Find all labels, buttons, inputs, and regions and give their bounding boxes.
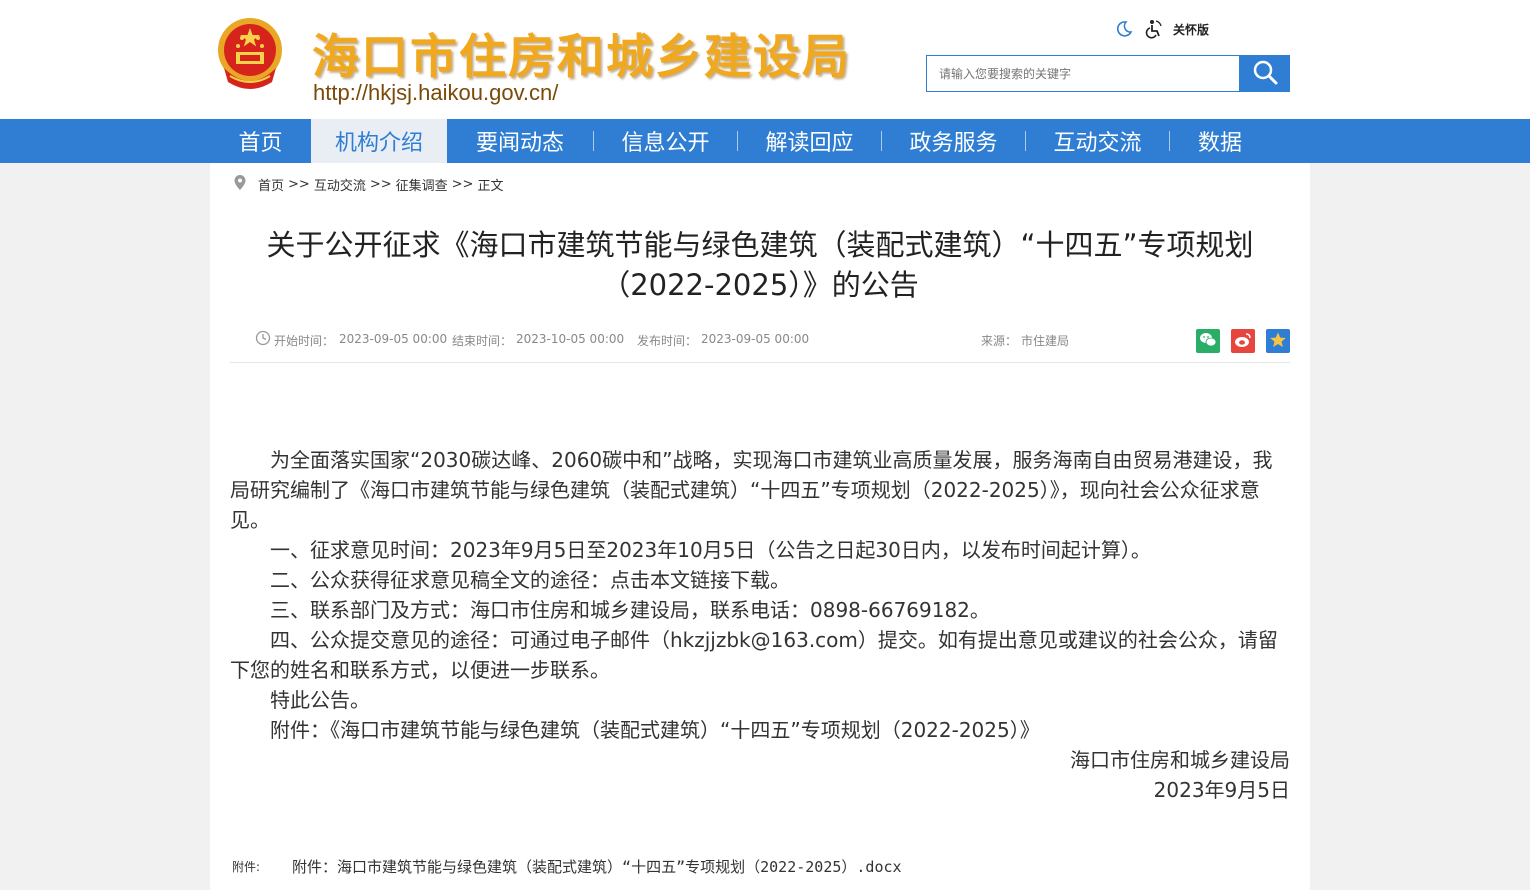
article-title: 关于公开征求《海口市建筑节能与绿色建筑（装配式建筑）“十四五”专项规划 （202… [230, 225, 1290, 305]
main-nav: 首页 机构介绍 要闻动态 信息公开 解读回应 政务服务 互动交流 数据 [0, 119, 1530, 163]
start-time-label: 开始时间： [274, 334, 335, 348]
care-mode-link[interactable]: 关怀版 [1173, 21, 1209, 38]
signature-date: 2023年9月5日 [1153, 778, 1290, 802]
article-paragraph: 四、公众提交意见的途径：可通过电子邮件（hkzjjzbk@163.com）提交。… [230, 628, 1278, 682]
wheelchair-icon[interactable] [1143, 18, 1165, 40]
breadcrumb-separator: >> [451, 177, 474, 192]
breadcrumb-interaction[interactable]: 互动交流 [314, 175, 366, 194]
article-paragraph: 二、公众获得征求意见稿全文的途径：点击本文链接下载。 [270, 568, 790, 592]
search-icon [1252, 59, 1278, 88]
breadcrumb: 首页 >> 互动交流 >> 征集调查 >> 正文 [234, 175, 503, 194]
source-label: 来源： [981, 334, 1018, 348]
wechat-icon [1199, 332, 1217, 351]
breadcrumb-current: 正文 [477, 179, 504, 194]
star-icon [1269, 331, 1287, 352]
national-emblem-logo[interactable] [216, 16, 284, 92]
location-pin-icon [234, 175, 246, 194]
nav-item-3[interactable]: 信息公开 [594, 119, 737, 163]
weibo-icon [1234, 332, 1252, 351]
start-time-value: 2023-09-05 00:00 [339, 332, 448, 346]
nav-item-0[interactable]: 首页 [210, 119, 311, 163]
article-paragraph: 附件：《海口市建筑节能与绿色建筑（装配式建筑）“十四五”专项规划（2022-20… [270, 718, 1040, 742]
site-url: http://hkjsj.haikou.gov.cn/ [313, 80, 559, 105]
article-body: 为全面落实国家“2030碳达峰、2060碳中和”战略，实现海口市建筑业高质量发展… [230, 445, 1290, 805]
accessibility-tools: 关怀版 [1113, 18, 1209, 40]
source-value: 市住建局 [1021, 334, 1070, 348]
article-title-line2: （2022-2025）》的公告 [601, 268, 919, 302]
nav-item-2[interactable]: 要闻动态 [447, 119, 593, 163]
nav-item-4[interactable]: 解读回应 [738, 119, 881, 163]
article-container: 首页 >> 互动交流 >> 征集调查 >> 正文 关于公开征求《海口市建筑节能与… [210, 163, 1310, 890]
site-header: 海口市住房和城乡建设局 http://hkjsj.haikou.gov.cn/ … [0, 0, 1530, 119]
share-wechat-button[interactable] [1196, 329, 1220, 353]
article-paragraph: 三、联系部门及方式：海口市住房和城乡建设局，联系电话：0898-66769182… [270, 598, 990, 622]
end-time-label: 结束时间： [452, 334, 513, 348]
meta-divider [230, 362, 1290, 363]
breadcrumb-separator: >> [288, 177, 310, 192]
clock-icon [255, 330, 271, 349]
nav-item-6[interactable]: 互动交流 [1026, 119, 1169, 163]
publish-time-label: 发布时间： [637, 334, 698, 348]
end-time-value: 2023-10-05 00:00 [516, 332, 625, 346]
site-title: 海口市住房和城乡建设局 [312, 30, 851, 85]
breadcrumb-separator: >> [369, 177, 392, 192]
publish-time-value: 2023-09-05 00:00 [701, 332, 810, 346]
article-paragraph: 一、征求意见时间：2023年9月5日至2023年10月5日（公告之日起30日内，… [270, 538, 1151, 562]
nav-item-7[interactable]: 数据 [1170, 119, 1270, 163]
share-weibo-button[interactable] [1231, 329, 1255, 353]
dark-mode-icon[interactable] [1113, 18, 1135, 40]
attachment-row: 附件: 附件：海口市建筑节能与绿色建筑（装配式建筑）“十四五”专项规划（2022… [232, 856, 902, 877]
article-title-line1: 关于公开征求《海口市建筑节能与绿色建筑（装配式建筑）“十四五”专项规划 [266, 228, 1254, 262]
breadcrumb-survey[interactable]: 征集调查 [396, 175, 448, 194]
attachment-label: 附件: [232, 860, 261, 874]
search-button[interactable] [1239, 55, 1290, 92]
nav-item-1[interactable]: 机构介绍 [311, 119, 447, 163]
search-input[interactable] [926, 55, 1240, 92]
nav-item-5[interactable]: 政务服务 [882, 119, 1025, 163]
article-paragraph: 特此公告。 [270, 688, 370, 712]
signature-org: 海口市住房和城乡建设局 [1070, 748, 1290, 772]
breadcrumb-home[interactable]: 首页 [258, 175, 284, 194]
attachment-download-link[interactable]: 附件：海口市建筑节能与绿色建筑（装配式建筑）“十四五”专项规划（2022-202… [292, 856, 902, 877]
article-meta: 开始时间： 2023-09-05 00:00 结束时间： 2023-10-05 … [255, 329, 1290, 353]
main-nav-items: 首页 机构介绍 要闻动态 信息公开 解读回应 政务服务 互动交流 数据 [210, 119, 1270, 163]
favorite-button[interactable] [1266, 329, 1290, 353]
article-paragraph: 为全面落实国家“2030碳达峰、2060碳中和”战略，实现海口市建筑业高质量发展… [230, 448, 1273, 532]
